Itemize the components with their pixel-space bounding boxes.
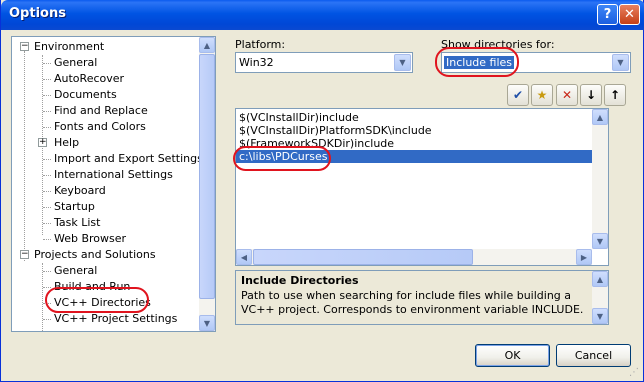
tree-item[interactable]: General [54, 263, 97, 279]
directory-item-selected[interactable]: c:\libs\PDCurses [236, 150, 594, 163]
tree-line [43, 239, 51, 240]
expand-icon[interactable]: + [38, 138, 47, 147]
tree-line [24, 51, 25, 261]
scroll-down-icon[interactable]: ▼ [199, 315, 215, 331]
tree-item[interactable]: Keyboard [54, 183, 106, 199]
directory-horizontal-scrollbar[interactable]: ◀ ▶ [236, 249, 592, 265]
directory-item[interactable]: $(VCInstallDir)PlatformSDK\include [236, 124, 594, 137]
close-icon: ✕ [624, 7, 635, 22]
new-line-button[interactable]: ✔ [507, 84, 529, 106]
arrow-up-icon: ↑ [609, 88, 621, 102]
tree-item[interactable]: Web Browser [54, 231, 126, 247]
resize-grip-icon[interactable]: ⋰ [629, 367, 641, 379]
tree-line [43, 63, 51, 64]
scroll-thumb[interactable] [253, 249, 473, 265]
options-tree[interactable]: − Environment General AutoRecover Documents F… [11, 36, 216, 332]
tree-item[interactable]: Task List [54, 215, 100, 231]
delete-button[interactable]: ✕ [556, 84, 578, 106]
tree-item[interactable]: Projects and Solutions [34, 247, 156, 263]
tree-vertical-scrollbar[interactable]: ▲ ▼ [199, 37, 215, 331]
tree-item[interactable]: VC++ Project Settings [54, 311, 177, 327]
cancel-button[interactable]: Cancel [556, 344, 631, 367]
collapse-icon[interactable]: − [20, 250, 29, 259]
chevron-down-icon[interactable]: ▼ [394, 54, 411, 71]
directory-vertical-scrollbar[interactable]: ▲ ▼ [592, 109, 608, 249]
tree-item[interactable]: AutoRecover [54, 71, 124, 87]
show-directories-select[interactable]: Include files ▼ [441, 52, 631, 73]
options-dialog: Options ? ✕ − Environment General AutoRecov… [0, 0, 644, 382]
tree-line [43, 175, 51, 176]
browse-folder-button[interactable]: ★ [531, 84, 553, 106]
tree-line [43, 319, 51, 320]
scroll-up-icon[interactable]: ▲ [592, 271, 608, 287]
scroll-left-icon[interactable]: ◀ [236, 249, 252, 265]
tree-line [43, 79, 51, 80]
scroll-up-icon[interactable]: ▲ [592, 109, 608, 125]
window-title: Options [9, 6, 66, 21]
directory-item[interactable]: $(FrameworkSDKDir)include [236, 137, 594, 150]
ok-button[interactable]: OK [475, 344, 550, 367]
tree-line [43, 223, 51, 224]
delete-icon: ✕ [561, 88, 573, 102]
tree-line [43, 111, 51, 112]
collapse-icon[interactable]: − [20, 42, 29, 51]
platform-select[interactable]: Win32 ▼ [235, 52, 413, 73]
scroll-down-icon[interactable]: ▼ [592, 308, 608, 324]
scroll-thumb[interactable] [199, 54, 215, 299]
tree-line [43, 287, 51, 288]
scroll-down-icon[interactable]: ▼ [592, 233, 608, 249]
tree-item[interactable]: Fonts and Colors [54, 119, 146, 135]
tree-item[interactable]: Documents [54, 87, 117, 103]
help-button[interactable]: ? [597, 4, 618, 25]
directory-list[interactable]: $(VCInstallDir)include $(VCInstallDir)Pl… [235, 108, 609, 266]
tree-item[interactable]: International Settings [54, 167, 173, 183]
platform-label: Platform: [235, 38, 286, 51]
tree-line [43, 191, 51, 192]
scroll-up-icon[interactable]: ▲ [199, 37, 215, 53]
title-bar[interactable]: Options ? ✕ [1, 0, 644, 30]
tree-line [43, 159, 51, 160]
directory-item[interactable]: $(VCInstallDir)include [236, 111, 594, 124]
tree-item[interactable]: Help [54, 135, 79, 151]
scroll-right-icon[interactable]: ▶ [576, 249, 592, 265]
tree-item[interactable]: Startup [54, 199, 95, 215]
tree-item[interactable]: VC++ Directories [54, 295, 151, 311]
tree-line [43, 207, 51, 208]
tree-line [43, 95, 51, 96]
arrow-down-icon: ↓ [585, 88, 597, 102]
tree-content: − Environment General AutoRecover Documents F… [12, 37, 200, 331]
description-panel: Include Directories Path to use when sea… [235, 270, 609, 325]
show-directories-label: Show directories for: [441, 38, 555, 51]
close-button[interactable]: ✕ [619, 4, 640, 25]
tree-line [43, 271, 51, 272]
description-body: Path to use when searching for include f… [241, 289, 584, 316]
move-up-button[interactable]: ↑ [604, 84, 626, 106]
show-directories-value: Include files [444, 56, 515, 69]
tree-item[interactable]: Environment [34, 39, 104, 55]
new-folder-icon: ★ [536, 88, 548, 102]
tree-item[interactable]: Build and Run [54, 279, 130, 295]
help-icon: ? [603, 7, 612, 22]
tree-item[interactable]: Import and Export Settings [54, 151, 200, 167]
description-scrollbar[interactable]: ▲ ▼ [592, 271, 608, 324]
platform-value: Win32 [239, 56, 274, 69]
tree-line [42, 263, 43, 331]
check-icon: ✔ [512, 88, 524, 102]
tree-line [43, 127, 51, 128]
tree-line [43, 303, 51, 304]
chevron-down-icon[interactable]: ▼ [612, 54, 629, 71]
description-title: Include Directories [241, 274, 359, 287]
tree-item[interactable]: Find and Replace [54, 103, 148, 119]
move-down-button[interactable]: ↓ [580, 84, 602, 106]
tree-item[interactable]: General [54, 55, 97, 71]
